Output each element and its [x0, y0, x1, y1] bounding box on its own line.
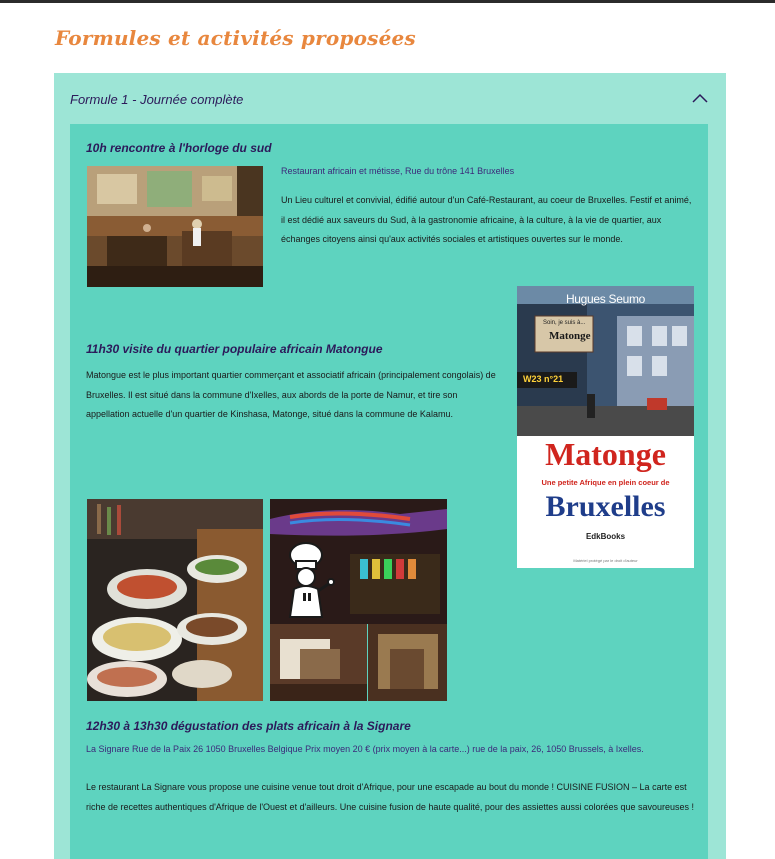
section-paragraph-horloge: Un Lieu culturel et convivial, édifié au…	[281, 195, 692, 245]
accordion-title: Formule 1 - Journée complète	[70, 92, 244, 107]
page-title: Formules et activités proposées	[55, 26, 416, 50]
restaurant-address-link[interactable]: Restaurant africain et métisse, Rue du t…	[281, 166, 701, 176]
book-title-2: Bruxelles	[545, 490, 666, 523]
restaurant-bar-collage	[270, 499, 447, 701]
accordion-header[interactable]: Formule 1 - Journée complète	[54, 73, 726, 124]
buffet-photo	[87, 499, 263, 701]
section-paragraph-matongue: Matongue est le plus important quartier …	[86, 370, 496, 420]
accordion-body: 10h rencontre à l'horloge du sud Restaur…	[70, 124, 708, 859]
shop-sign-top: Soin, je suis à...	[543, 320, 586, 326]
chevron-up-icon[interactable]	[691, 91, 709, 105]
book-title: Matonge	[545, 436, 666, 472]
section-paragraph-signare: Le restaurant La Signare vous propose un…	[86, 782, 695, 812]
chef-icon	[288, 542, 335, 618]
book-subtitle: Une petite Afrique en plein coeur de	[541, 478, 670, 487]
shop-sign: Matonge	[549, 330, 591, 342]
shop-number: W23 n°21	[523, 374, 564, 384]
section-heading-signare: 12h30 à 13h30 dégustation des plats afri…	[86, 719, 411, 733]
book-footer: Matériel protégé par le droit d'auteur	[573, 558, 638, 563]
section-heading-horloge: 10h rencontre à l'horloge du sud	[86, 141, 272, 155]
book-author: Hugues Seumo	[565, 292, 646, 306]
section-heading-matongue: 11h30 visite du quartier populaire afric…	[86, 342, 383, 356]
matonge-book-cover: Hugues Seumo Soin, je suis à... Matonge …	[517, 286, 694, 568]
top-border	[0, 0, 775, 3]
accordion-formule-1: Formule 1 - Journée complète 10h rencont…	[54, 73, 726, 859]
book-publisher: EdkBooks	[585, 532, 626, 541]
cafe-interior-photo	[87, 166, 263, 287]
signare-address-link[interactable]: La Signare Rue de la Paix 26 1050 Bruxel…	[86, 744, 686, 755]
